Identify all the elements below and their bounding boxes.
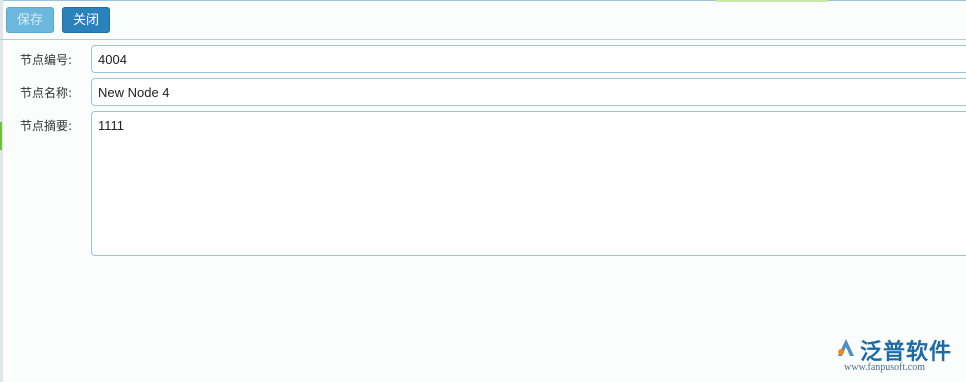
node-number-input[interactable] — [91, 45, 966, 73]
node-name-input[interactable] — [91, 78, 966, 106]
left-edge — [0, 0, 3, 382]
node-name-label: 节点名称: — [20, 86, 73, 100]
left-green-accent — [0, 122, 2, 150]
brand-logo-icon — [838, 339, 854, 356]
brand-watermark: 泛普软件 www.fanpusoft.com — [830, 334, 966, 378]
brand-url: www.fanpusoft.com — [844, 362, 926, 373]
close-button[interactable]: 关闭 — [62, 7, 110, 33]
top-green-accent — [716, 0, 828, 2]
save-button[interactable]: 保存 — [6, 7, 54, 33]
node-summary-textarea[interactable]: 1111 — [91, 111, 966, 256]
toolbar-divider — [0, 39, 966, 40]
node-number-label: 节点编号: — [20, 53, 73, 67]
node-summary-label: 节点摘要: — [20, 119, 73, 133]
